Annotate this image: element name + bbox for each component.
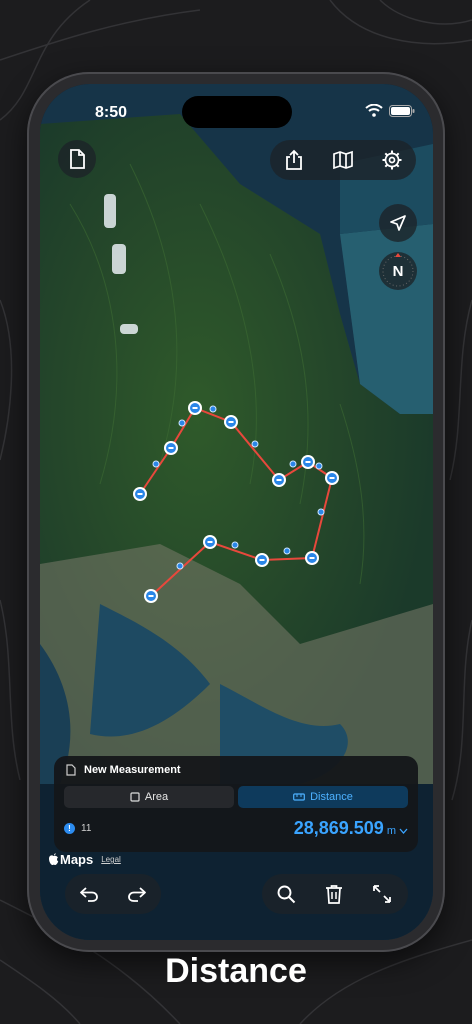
measurement-title[interactable]: New Measurement [84, 764, 181, 776]
square-icon [130, 792, 140, 802]
mode-area-button[interactable]: Area [64, 786, 234, 808]
redo-button[interactable] [113, 874, 161, 914]
undo-icon [80, 887, 98, 902]
compass-button[interactable]: N [379, 252, 417, 290]
history-toolbar [65, 874, 161, 914]
info-icon: ! [64, 823, 75, 834]
document-icon [70, 149, 85, 169]
distance-readout[interactable]: 28,869.509 m [294, 818, 408, 839]
search-icon [277, 885, 296, 904]
settings-icon [382, 150, 402, 170]
top-toolbar [270, 140, 416, 180]
maps-attribution: Maps Legal [48, 852, 121, 867]
settings-button[interactable] [367, 140, 416, 180]
compass-label: N [392, 262, 404, 280]
expand-arrows-icon [373, 885, 391, 903]
mode-segmented-control: Area Distance [64, 786, 408, 808]
distance-value: 28,869.509 [293, 818, 384, 838]
fit-route-button[interactable] [358, 874, 406, 914]
location-arrow-icon [390, 215, 406, 231]
mode-distance-button[interactable]: Distance [238, 786, 408, 808]
share-button[interactable] [270, 140, 319, 180]
map-icon [333, 150, 353, 170]
locate-button[interactable] [379, 204, 417, 242]
search-button[interactable] [262, 874, 310, 914]
point-count[interactable]: ! 11 [64, 823, 91, 834]
measurement-panel: New Measurement Area Distance ! 11 28,86… [54, 756, 418, 852]
redo-icon [128, 887, 146, 902]
legal-link[interactable]: Legal [101, 855, 121, 864]
document-icon [66, 764, 76, 776]
apple-logo-icon [49, 853, 59, 865]
app-screen: 8:50 N New Measurement Area Distance ! 1… [40, 84, 433, 940]
mode-distance-label: Distance [310, 791, 353, 803]
mode-area-label: Area [144, 791, 169, 803]
trash-icon [326, 885, 342, 904]
status-time: 8:50 [95, 104, 128, 121]
ruler-icon [293, 793, 305, 801]
maps-label: Maps [60, 852, 94, 867]
map-type-button[interactable] [319, 140, 368, 180]
status-icons [365, 104, 415, 117]
undo-button[interactable] [65, 874, 113, 914]
chevron-down-icon [399, 828, 408, 834]
share-icon [286, 149, 303, 170]
document-button[interactable] [58, 140, 96, 178]
distance-unit: m [386, 825, 396, 837]
action-toolbar [262, 874, 408, 914]
feature-caption: Distance [165, 952, 307, 990]
wifi-icon [365, 104, 383, 117]
battery-icon [389, 104, 415, 117]
dynamic-island [182, 96, 292, 128]
delete-button[interactable] [310, 874, 358, 914]
point-count-value: 11 [81, 823, 92, 834]
